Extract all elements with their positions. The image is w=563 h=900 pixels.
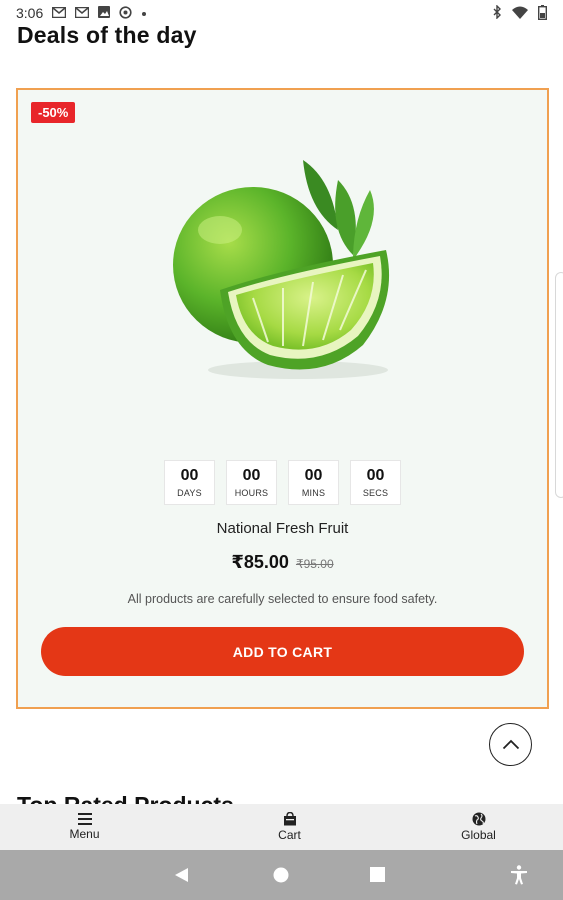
countdown-label: MINS: [301, 487, 326, 498]
recents-button[interactable]: [370, 867, 385, 882]
accessibility-icon: [511, 865, 527, 885]
nav-item-global[interactable]: Global: [374, 804, 563, 850]
nav-label: Cart: [278, 828, 301, 842]
scroll-to-top-button[interactable]: [489, 723, 532, 766]
recents-square-icon: [370, 867, 385, 882]
countdown-hours: 00 HOURS: [226, 460, 277, 505]
accessibility-button[interactable]: [510, 865, 528, 885]
dot-icon: [141, 7, 147, 19]
bottom-nav: Menu Cart Global: [0, 804, 563, 850]
price-row: ₹85.00 ₹95.00: [18, 552, 547, 573]
nav-label: Global: [461, 828, 496, 842]
bag-icon: [283, 812, 296, 826]
mail-icon: [75, 6, 90, 20]
price-current: ₹85.00: [231, 552, 289, 572]
system-nav-bar: [0, 850, 563, 900]
back-button[interactable]: [174, 867, 189, 883]
nav-item-cart[interactable]: Cart: [205, 804, 374, 850]
section-title: Deals of the day: [17, 22, 197, 48]
countdown-days: 00 DAYS: [164, 460, 215, 505]
lime-fruit-image[interactable]: [158, 150, 408, 385]
deal-card[interactable]: -50% 00 DAYS 00 HOURS 00 MINS 00 SECS Na…: [16, 88, 549, 709]
nav-label: Menu: [69, 827, 100, 841]
side-panel-handle[interactable]: [555, 272, 563, 498]
product-description: All products are carefully selected to e…: [127, 592, 438, 606]
status-left: 3:06: [16, 5, 147, 21]
countdown-label: HOURS: [234, 487, 269, 498]
status-time: 3:06: [16, 5, 44, 21]
status-right: [493, 4, 547, 22]
countdown-label: SECS: [362, 487, 389, 498]
price-old: ₹95.00: [295, 557, 334, 571]
countdown-timer: 00 DAYS 00 HOURS 00 MINS 00 SECS: [164, 460, 401, 505]
countdown-value: 00: [180, 467, 199, 485]
countdown-value: 00: [242, 467, 261, 485]
product-name[interactable]: National Fresh Fruit: [18, 520, 547, 537]
countdown-value: 00: [304, 467, 323, 485]
home-button[interactable]: [273, 867, 289, 883]
mail-icon: [52, 6, 67, 20]
globe-icon: [472, 812, 485, 826]
countdown-secs: 00 SECS: [350, 460, 401, 505]
sync-icon: [119, 5, 132, 21]
hamburger-icon: [77, 813, 92, 825]
countdown-value: 00: [366, 467, 385, 485]
wifi-icon: [512, 6, 528, 21]
countdown-label: DAYS: [177, 487, 202, 498]
battery-icon: [537, 4, 547, 22]
back-triangle-icon: [175, 868, 188, 882]
countdown-mins: 00 MINS: [288, 460, 339, 505]
image-icon: [98, 6, 111, 20]
add-to-cart-button[interactable]: ADD TO CART: [41, 627, 524, 676]
home-circle-icon: [273, 867, 289, 883]
discount-badge: -50%: [31, 102, 76, 123]
bluetooth-icon: [493, 4, 502, 21]
chevron-up-icon: [502, 739, 519, 750]
nav-item-menu[interactable]: Menu: [0, 804, 205, 850]
